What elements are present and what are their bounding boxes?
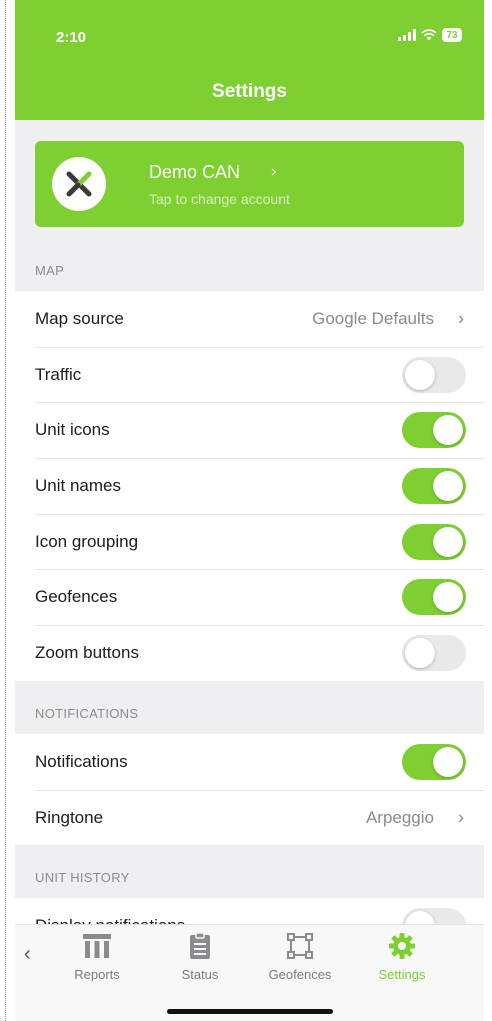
- icon-grouping-row: Icon grouping: [15, 513, 484, 570]
- tab-label: Reports: [74, 967, 120, 982]
- battery-icon: 73: [442, 28, 462, 42]
- account-subtitle: Tap to change account: [149, 191, 290, 207]
- account-logo-icon: [52, 157, 106, 211]
- map-source-row[interactable]: Map source Google Defaults ›: [15, 291, 484, 347]
- section-header-notifications: NOTIFICATIONS: [35, 706, 139, 721]
- phone-screen: 2:10 73 Settings Demo CAN › Tap to chang…: [15, 0, 484, 1021]
- ringtone-row[interactable]: Ringtone Arpeggio ›: [15, 789, 484, 846]
- tab-label: Status: [181, 967, 219, 982]
- app-header: 2:10 73 Settings: [15, 0, 484, 120]
- zoom-buttons-row: Zoom buttons: [15, 625, 484, 681]
- section-header-map: MAP: [35, 263, 65, 278]
- traffic-row: Traffic: [15, 346, 484, 403]
- row-label: Traffic: [35, 364, 82, 384]
- unit-names-toggle[interactable]: [402, 467, 466, 504]
- tab-status[interactable]: Status: [155, 931, 245, 982]
- wifi-icon: [421, 29, 437, 41]
- map-settings-group: Map source Google Defaults › Traffic Uni…: [15, 291, 484, 681]
- tab-label: Geofences: [268, 967, 332, 982]
- tab-label: Settings: [378, 967, 426, 982]
- unit-icons-row: Unit icons: [15, 402, 484, 458]
- geofences-row: Geofences: [15, 569, 484, 625]
- notifications-settings-group: Notifications Ringtone Arpeggio ›: [15, 734, 484, 846]
- chevron-right-icon: ›: [458, 308, 464, 329]
- tab-settings[interactable]: Settings: [357, 931, 447, 982]
- row-label: Geofences: [35, 587, 118, 607]
- reports-icon: [52, 931, 142, 961]
- row-label: Zoom buttons: [35, 642, 139, 662]
- chevron-right-icon: ›: [271, 163, 277, 180]
- unit-icons-toggle[interactable]: [402, 412, 466, 449]
- clipboard-icon: [155, 931, 245, 961]
- status-time: 2:10: [56, 29, 87, 46]
- chevron-right-icon: ›: [458, 807, 464, 828]
- frame-border: [5, 0, 6, 1021]
- traffic-toggle[interactable]: [402, 356, 466, 393]
- row-label: Unit icons: [35, 420, 110, 440]
- row-label: Unit names: [35, 475, 121, 495]
- map-source-value: Google Defaults: [312, 308, 434, 328]
- home-indicator: [167, 1009, 333, 1014]
- tab-reports[interactable]: Reports: [52, 931, 142, 982]
- section-header-unit-history: UNIT HISTORY: [35, 870, 130, 885]
- back-chevron-icon[interactable]: ‹: [24, 943, 31, 966]
- row-label: Map source: [35, 308, 124, 328]
- ringtone-value: Arpeggio: [365, 807, 434, 827]
- zoom-buttons-toggle[interactable]: [402, 634, 466, 671]
- account-name: Demo CAN: [149, 162, 241, 182]
- account-card[interactable]: Demo CAN › Tap to change account: [35, 141, 464, 227]
- row-label: Notifications: [35, 751, 128, 771]
- signal-icon: [398, 29, 416, 41]
- gear-icon: [357, 931, 447, 961]
- tab-bar: ‹ Reports Status Geofences Settings: [15, 924, 484, 1021]
- status-icons: 73: [398, 28, 462, 42]
- row-label: Icon grouping: [35, 531, 139, 551]
- icon-grouping-toggle[interactable]: [402, 523, 466, 560]
- tab-geofences[interactable]: Geofences: [255, 931, 345, 982]
- notifications-row: Notifications: [15, 734, 484, 790]
- notifications-toggle[interactable]: [402, 743, 466, 780]
- row-label: Ringtone: [35, 807, 104, 827]
- page-title: Settings: [212, 81, 287, 102]
- geofence-icon: [255, 931, 345, 961]
- geofences-toggle[interactable]: [402, 579, 466, 616]
- unit-names-row: Unit names: [15, 458, 484, 514]
